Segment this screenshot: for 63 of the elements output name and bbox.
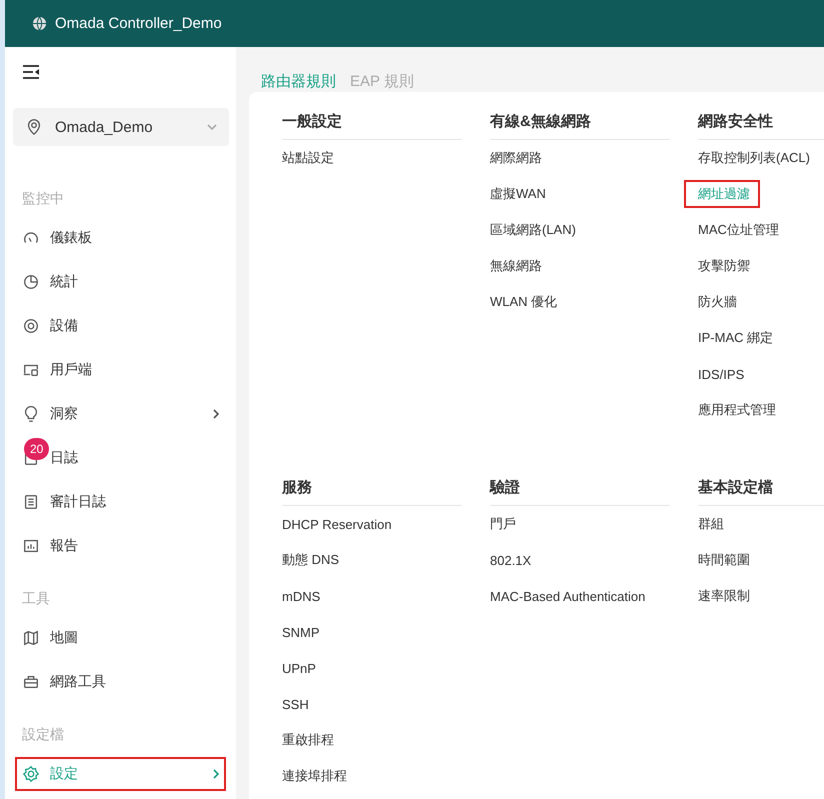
chevron-right-icon [211,769,221,779]
settings-link[interactable]: 時間範圍 [684,546,760,574]
settings-link[interactable]: DHCP Reservation [268,512,402,536]
settings-link[interactable]: 門戶 [476,510,526,538]
settings-link[interactable]: MAC位址管理 [684,216,789,244]
list-icon [22,493,40,511]
settings-link[interactable]: SNMP [268,620,330,644]
map-icon [22,629,40,647]
settings-link[interactable]: MAC-Based Authentication [476,584,656,608]
menu-collapse-icon[interactable] [22,63,40,81]
settings-link[interactable]: mDNS [268,584,330,608]
nav-item[interactable]: 洞察 [10,392,231,436]
nav-item[interactable]: 網路工具 [10,660,231,704]
group-heading: 一般設定 [282,108,462,140]
nav-item[interactable]: 設備 [10,304,231,348]
chevron-down-icon [207,122,217,132]
group-heading: 有線&無線網路 [490,108,670,140]
lightbulb-icon [22,405,40,423]
settings-link[interactable]: 站點設定 [268,144,344,172]
settings-link[interactable]: 存取控制列表(ACL) [684,144,820,172]
app-title: Omada Controller_Demo [55,15,222,32]
settings-link[interactable]: 攻擊防禦 [684,252,760,280]
bar-chart-icon [22,537,40,555]
settings-link[interactable]: 虛擬WAN [476,180,556,208]
nav-item[interactable]: 地圖 [10,616,231,660]
section-heading: 監控中 [22,189,65,208]
settings-link[interactable]: IP-MAC 綁定 [684,324,784,352]
settings-link[interactable]: IDS/IPS [684,362,754,386]
nav-item[interactable]: 用戶端 [10,348,231,392]
section-heading: 設定檔 [22,725,65,744]
settings-link[interactable]: WLAN 優化 [476,288,568,316]
location-pin-icon [25,118,43,136]
ring-icon [22,317,40,335]
chevron-right-icon [211,409,221,419]
pie-chart-icon [22,273,40,291]
nav-item[interactable]: 統計 [10,260,231,304]
settings-link[interactable]: 無線網路 [476,252,552,280]
settings-link[interactable]: 連接埠排程 [268,762,357,790]
settings-link[interactable]: SSH [268,692,319,716]
settings-link[interactable]: 網際網路 [476,144,552,172]
settings-link[interactable]: 群組 [684,510,734,538]
group-heading: 驗證 [490,474,670,506]
settings-link[interactable]: 區域網路(LAN) [476,216,586,244]
settings-icon [22,765,40,783]
nav-item[interactable]: 日誌 20 [10,436,231,480]
nav-item[interactable]: 審計日誌 [10,480,231,524]
settings-link[interactable]: 重啟排程 [268,726,344,754]
settings-link[interactable]: 動態 DNS [268,546,350,574]
nav-item[interactable]: 報告 [10,524,231,568]
count-badge: 20 [24,438,50,460]
group-heading: 網路安全性 [698,108,824,140]
settings-link[interactable]: 防火牆 [684,288,747,316]
section-heading: 工具 [22,589,51,608]
settings-link[interactable]: UPnP [268,656,326,680]
globe-icon [32,16,47,31]
group-heading: 基本設定檔 [698,474,824,506]
settings-link[interactable]: 802.1X [476,548,542,572]
group-heading: 服務 [282,474,462,506]
nav-item[interactable]: 儀錶板 [10,216,231,260]
settings-link[interactable]: 應用程式管理 [684,396,786,424]
toolbox-icon [22,673,40,691]
site-selector[interactable]: Omada_Demo [13,108,229,146]
settings-link[interactable]: 速率限制 [684,582,760,610]
